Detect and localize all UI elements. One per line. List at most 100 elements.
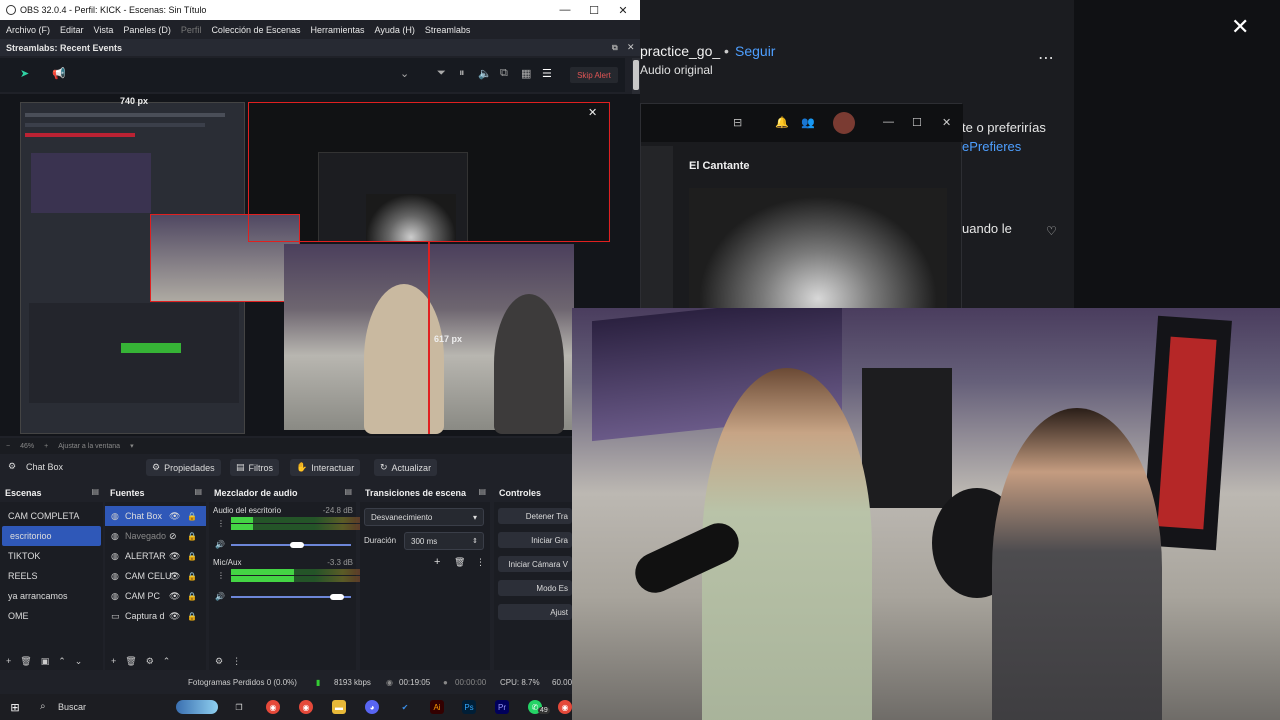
scene-item[interactable]: CAM COMPLETA	[0, 506, 103, 526]
stepper-icon[interactable]: ⇕	[472, 537, 478, 545]
add-icon[interactable]: +	[111, 656, 116, 666]
search-icon[interactable]: ⌕	[40, 701, 46, 712]
chrome-icon[interactable]: ◉	[299, 700, 313, 714]
dock-menu-icon[interactable]: ▤	[478, 487, 486, 496]
filter-icon[interactable]: ▣	[41, 656, 50, 667]
skip-alert-button[interactable]: Skip Alert	[570, 67, 618, 83]
start-recording-button[interactable]: Iniciar Gra	[498, 532, 572, 548]
filters-button[interactable]: ▤ Filtros	[230, 459, 280, 476]
lock-icon[interactable]: 🔒	[187, 572, 197, 581]
close-icon[interactable]: ✕	[942, 116, 951, 129]
gear-icon[interactable]: ⚙	[215, 656, 223, 667]
dock-menu-icon[interactable]: ▤	[344, 487, 352, 496]
filter-icon[interactable]: ⏷	[437, 67, 446, 80]
more-options-icon[interactable]: ⋯	[1038, 48, 1054, 68]
photoshop-icon[interactable]: Ps	[462, 700, 476, 714]
follow-button[interactable]: Seguir	[735, 43, 775, 59]
add-icon[interactable]: +	[434, 556, 440, 568]
trash-icon[interactable]: 🗑	[125, 656, 136, 667]
lock-icon[interactable]: 🔒	[187, 612, 197, 621]
eye-off-icon[interactable]: ⊘	[169, 531, 177, 542]
trash-icon[interactable]: 🗑	[454, 557, 465, 568]
eye-icon[interactable]: 👁	[169, 591, 180, 602]
close-icon[interactable]: ✕	[608, 0, 638, 20]
menu-perfil[interactable]: Perfil	[181, 25, 202, 35]
lock-icon[interactable]: 🔒	[187, 512, 197, 521]
start-virtual-camera-button[interactable]: Iniciar Cámara V	[498, 556, 572, 572]
chrome-icon[interactable]: ◉	[266, 700, 280, 714]
grid-view-icon[interactable]: ▦	[521, 67, 531, 80]
trash-icon[interactable]: 🗑	[20, 656, 31, 667]
float-icon[interactable]: ⧉	[612, 43, 618, 53]
eye-icon[interactable]: 👁	[169, 511, 180, 522]
heart-icon[interactable]: ♡	[1046, 224, 1057, 238]
menu-streamlabs[interactable]: Streamlabs	[425, 25, 471, 35]
selection-box[interactable]	[248, 102, 610, 242]
source-item[interactable]: ◍ ALERTAR 👁 🔒	[105, 546, 206, 566]
speaker-icon[interactable]: 🔊	[215, 592, 225, 601]
interact-button[interactable]: ✋ Interactuar	[290, 459, 361, 476]
preview-canvas[interactable]: 740 px 617 px ✕	[0, 94, 640, 436]
channel-menu-icon[interactable]: ⋮	[217, 519, 225, 528]
premiere-icon[interactable]: Pr	[495, 700, 509, 714]
source-item[interactable]: ◍ CAM PC 👁 🔒	[105, 586, 206, 606]
menu-paneles[interactable]: Paneles (D)	[123, 25, 171, 35]
source-item[interactable]: ◍ CAM CELU 👁 🔒	[105, 566, 206, 586]
transition-select[interactable]: Desvanecimiento ▾	[364, 508, 484, 526]
illustrator-icon[interactable]: Ai	[430, 700, 444, 714]
audio-label[interactable]: Audio original	[640, 63, 713, 77]
source-item[interactable]: ▭ Captura d 👁 🔒	[105, 606, 206, 626]
lock-icon[interactable]: 🔒	[187, 592, 197, 601]
fit-dropdown-icon[interactable]: ▾	[130, 442, 134, 450]
duration-input[interactable]: 300 ms ⇕	[404, 532, 484, 550]
menu-ayuda[interactable]: Ayuda (H)	[375, 25, 415, 35]
scene-item[interactable]: TIKTOK	[0, 546, 103, 566]
taskbar-search[interactable]: Buscar	[58, 702, 86, 712]
avatar[interactable]	[833, 112, 855, 134]
pause-icon[interactable]: ⏸	[459, 67, 465, 80]
eye-icon[interactable]: 👁	[169, 551, 180, 562]
windows-start-icon[interactable]: ⊞	[8, 700, 22, 714]
maximize-icon[interactable]: ☐	[912, 116, 922, 129]
minimize-icon[interactable]: —	[550, 0, 580, 20]
chevron-down-icon[interactable]: ⌄	[400, 67, 409, 80]
scroll-thumb[interactable]	[633, 60, 639, 90]
megaphone-icon[interactable]: 📢	[52, 67, 66, 80]
menu-vista[interactable]: Vista	[94, 25, 114, 35]
menu-archivo[interactable]: Archivo (F)	[6, 25, 50, 35]
hashtag-link[interactable]: ePrefieres	[962, 139, 1021, 154]
more-icon[interactable]: ⋮	[232, 656, 241, 667]
volume-knob[interactable]	[330, 594, 344, 600]
video-thumbnail[interactable]	[689, 188, 947, 311]
source-item[interactable]: ◍ Navegado ⊘ 🔒	[105, 526, 206, 546]
dock-close-icon[interactable]: ✕	[627, 42, 635, 53]
scene-item-selected[interactable]: escritorioo	[2, 526, 101, 546]
tray-icon[interactable]: ⊟	[733, 116, 742, 129]
eye-icon[interactable]: 👁	[169, 571, 180, 582]
selection-handle[interactable]	[248, 102, 249, 106]
chevron-up-icon[interactable]: ⌃	[58, 656, 66, 667]
checkmark-app-icon[interactable]: ✔	[398, 700, 412, 714]
chevron-down-icon[interactable]: ⌄	[75, 656, 83, 667]
preview-close-icon[interactable]: ✕	[588, 106, 597, 119]
add-icon[interactable]: +	[6, 656, 11, 666]
channel-menu-icon[interactable]: ⋮	[217, 571, 225, 580]
zoom-in-icon[interactable]: +	[44, 443, 48, 450]
scene-item[interactable]: ya arrancamos	[0, 586, 103, 606]
folder-icon[interactable]: ▬	[332, 700, 346, 714]
users-icon[interactable]: 👥	[801, 116, 815, 129]
volume-icon[interactable]: 🔈	[478, 67, 492, 80]
menu-herramientas[interactable]: Herramientas	[311, 25, 365, 35]
scrollbar[interactable]	[632, 58, 640, 94]
bell-icon[interactable]: 🔔	[775, 116, 789, 129]
volume-knob[interactable]	[290, 542, 304, 548]
gear-icon[interactable]: ⚙	[146, 656, 154, 667]
search-highlight-icon[interactable]	[176, 700, 218, 714]
menu-editar[interactable]: Editar	[60, 25, 84, 35]
close-icon[interactable]: ✕	[1231, 14, 1249, 40]
zoom-out-icon[interactable]: −	[6, 443, 10, 450]
source-item-selected[interactable]: ◍ Chat Box 👁 🔒	[105, 506, 206, 526]
fit-select[interactable]: Ajustar a la ventana	[58, 443, 120, 450]
scene-item[interactable]: OME	[0, 606, 103, 626]
refresh-button[interactable]: ↻ Actualizar	[374, 459, 438, 476]
